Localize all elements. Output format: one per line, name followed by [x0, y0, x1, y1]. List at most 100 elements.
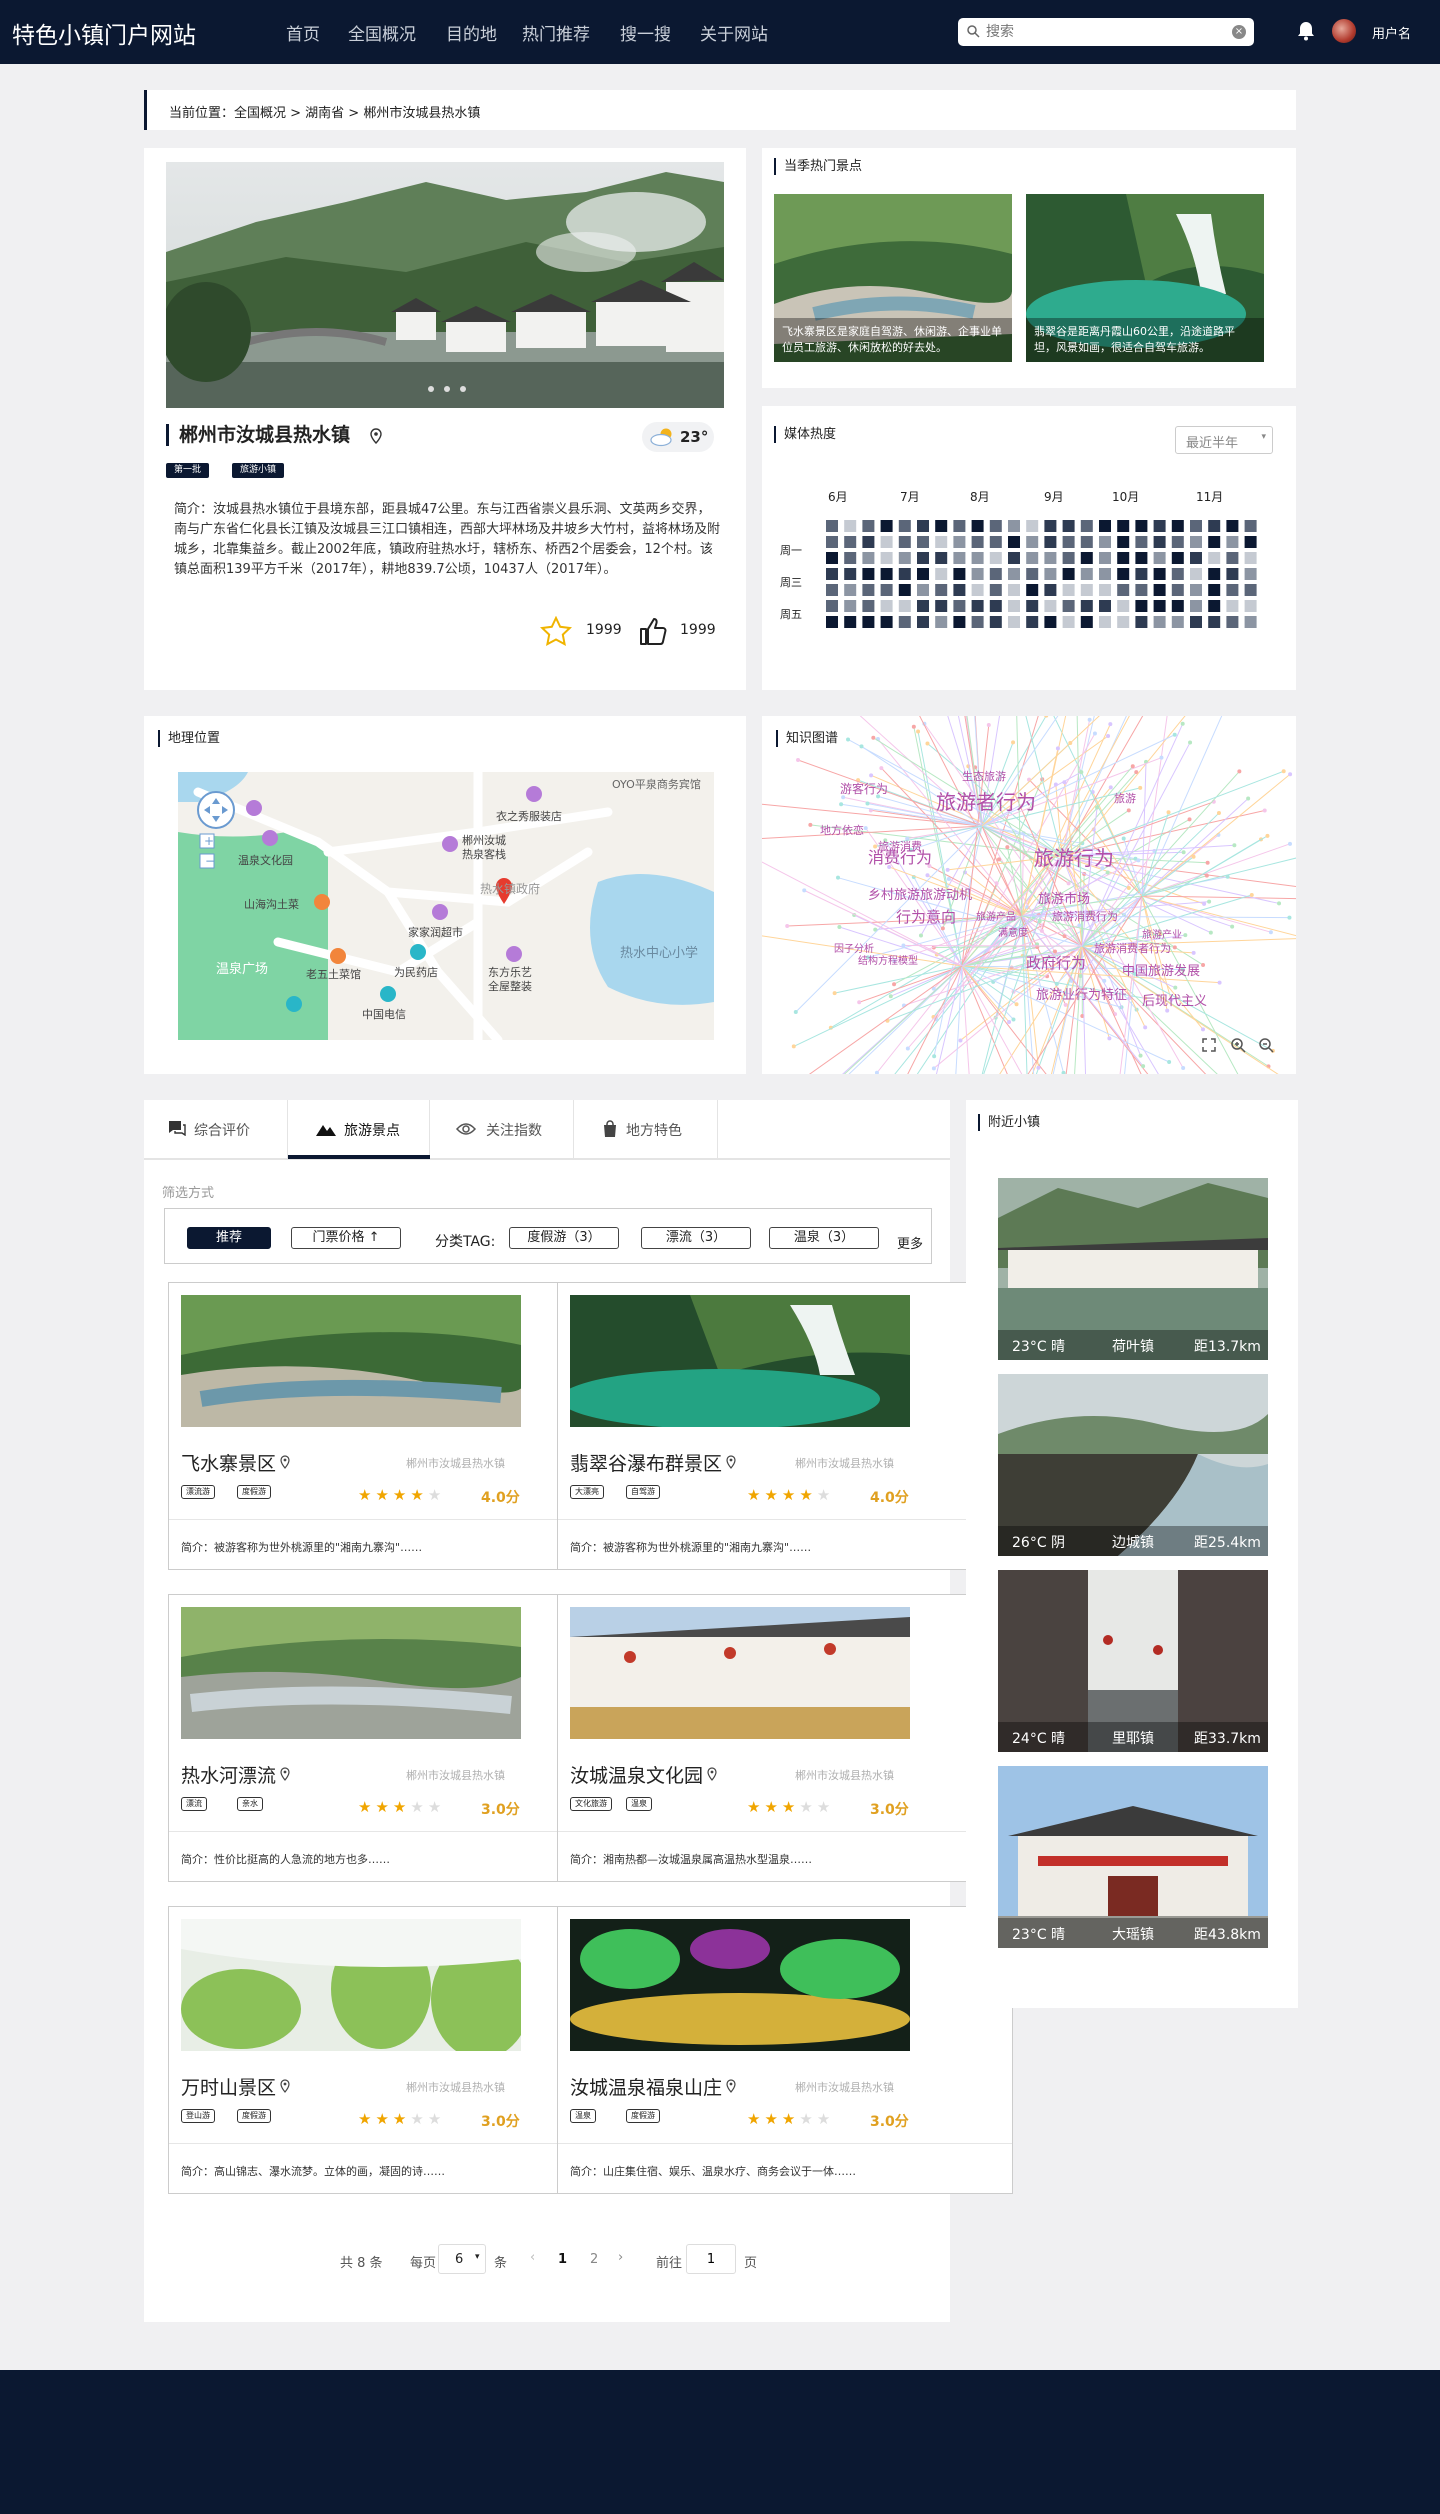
- heatmap-cell[interactable]: [826, 600, 838, 612]
- graph-node[interactable]: [793, 1009, 798, 1014]
- heatmap-cell[interactable]: [1117, 600, 1130, 612]
- heatmap-cell[interactable]: [880, 616, 893, 628]
- graph-node[interactable]: [1126, 885, 1131, 890]
- spot-name[interactable]: 热水河漂流: [181, 1761, 276, 1788]
- spot-card[interactable]: 万时山景区 郴州市汝城县热水镇 登山游 度假游 ★★★★★ 3.0分 简介：高山锦志、瀑水流…: [168, 1906, 624, 2194]
- heatmap-cell[interactable]: [989, 584, 1002, 596]
- nav-hot[interactable]: 热门推荐: [522, 20, 590, 45]
- nearby-town-card[interactable]: 26°C 阴 边城镇 距25.4km: [998, 1374, 1268, 1556]
- graph-node[interactable]: [1232, 843, 1237, 848]
- heatmap-cell[interactable]: [826, 584, 838, 596]
- page-number[interactable]: 1: [558, 2252, 567, 2267]
- spot-tag[interactable]: 度假游: [237, 2109, 271, 2123]
- heatmap-cell[interactable]: [1044, 520, 1057, 532]
- graph-node[interactable]: [1130, 764, 1135, 769]
- graph-node[interactable]: [1180, 721, 1185, 726]
- heatmap-cell[interactable]: [1062, 552, 1075, 564]
- prev-page-icon[interactable]: ‹: [530, 2250, 535, 2265]
- graph-node[interactable]: [1167, 1060, 1172, 1065]
- heatmap-cell[interactable]: [1117, 536, 1130, 548]
- graph-node[interactable]: [1095, 805, 1100, 810]
- spot-tag[interactable]: 漂流游: [181, 1485, 215, 1499]
- search-box[interactable]: ×: [958, 18, 1254, 46]
- graph-node[interactable]: [808, 822, 813, 827]
- graph-node[interactable]: [857, 1000, 862, 1005]
- heatmap-cell[interactable]: [844, 600, 857, 612]
- heatmap-cell[interactable]: [1226, 536, 1239, 548]
- graph-keyword[interactable]: 旅游: [1114, 790, 1136, 806]
- graph-node[interactable]: [1207, 899, 1212, 904]
- heatmap-cell[interactable]: [917, 568, 929, 580]
- graph-node[interactable]: [863, 826, 868, 831]
- heatmap-cell[interactable]: [1026, 568, 1039, 580]
- graph-node[interactable]: [1183, 933, 1188, 938]
- spot-name[interactable]: 翡翠谷瀑布群景区: [570, 1449, 722, 1476]
- graph-node[interactable]: [1107, 1036, 1112, 1041]
- graph-node[interactable]: [1217, 980, 1222, 985]
- graph-node[interactable]: [1055, 746, 1060, 751]
- search-input[interactable]: [986, 21, 1226, 43]
- graph-node[interactable]: [1066, 881, 1071, 886]
- heatmap-cell[interactable]: [1117, 584, 1130, 596]
- heatmap-cell[interactable]: [862, 600, 875, 612]
- heatmap-cell[interactable]: [1171, 536, 1184, 548]
- graph-node[interactable]: [1277, 901, 1282, 906]
- heatmap-cell[interactable]: [1208, 584, 1221, 596]
- graph-node[interactable]: [1181, 1065, 1186, 1070]
- graph-node[interactable]: [1087, 717, 1092, 722]
- heatmap-cell[interactable]: [953, 568, 966, 580]
- hot-spot-card[interactable]: 翡翠谷是距离丹霞山60公里，沿途道路平坦，风景如画，很适合自驾车旅游。: [1026, 194, 1264, 362]
- username[interactable]: 用户名: [1372, 23, 1411, 42]
- heatmap-cell[interactable]: [953, 584, 966, 596]
- graph-node[interactable]: [1191, 854, 1196, 859]
- heatmap-cell[interactable]: [1190, 520, 1202, 532]
- heatmap-cell[interactable]: [1208, 552, 1221, 564]
- heatmap-cell[interactable]: [862, 520, 875, 532]
- heatmap-cell[interactable]: [1062, 600, 1075, 612]
- heatmap-cell[interactable]: [862, 552, 875, 564]
- spot-tag[interactable]: 度假游: [626, 2109, 660, 2123]
- heatmap-cell[interactable]: [1117, 520, 1130, 532]
- avatar[interactable]: [1332, 19, 1356, 43]
- map-view[interactable]: + − OYO平泉商务宾馆 衣之秀服装店 郴州汝城 热泉客栈 温泉文化园 热水镇政…: [178, 772, 714, 1040]
- heatmap-cell[interactable]: [1171, 616, 1184, 628]
- graph-node[interactable]: [1014, 1002, 1019, 1007]
- heatmap-cell[interactable]: [880, 568, 893, 580]
- heatmap-cell[interactable]: [1153, 552, 1166, 564]
- graph-node[interactable]: [1106, 734, 1111, 739]
- heatmap-cell[interactable]: [880, 552, 893, 564]
- graph-node[interactable]: [1188, 740, 1193, 745]
- graph-keyword[interactable]: 游客行为: [840, 780, 888, 797]
- graph-node[interactable]: [1105, 870, 1110, 875]
- graph-node[interactable]: [859, 744, 864, 749]
- heatmap-cell[interactable]: [1044, 600, 1057, 612]
- site-brand[interactable]: 特色小镇门户网站: [12, 16, 196, 50]
- heatmap-cell[interactable]: [935, 584, 948, 596]
- graph-keyword[interactable]: 旅游业行为特征: [1036, 984, 1127, 1003]
- town-tag[interactable]: 第一批: [166, 463, 210, 478]
- graph-node[interactable]: [1039, 928, 1044, 933]
- graph-node[interactable]: [888, 994, 893, 999]
- graph-node[interactable]: [1078, 973, 1083, 978]
- heatmap-cell[interactable]: [1026, 520, 1039, 532]
- graph-node[interactable]: [865, 801, 870, 806]
- town-photo[interactable]: [166, 162, 724, 408]
- graph-node[interactable]: [905, 1046, 910, 1051]
- heatmap-cell[interactable]: [862, 568, 875, 580]
- heatmap-cell[interactable]: [1208, 600, 1221, 612]
- heatmap-cell[interactable]: [1044, 616, 1057, 628]
- heatmap-cell[interactable]: [1044, 568, 1057, 580]
- spot-tag[interactable]: 大漂亮: [570, 1485, 604, 1499]
- graph-node[interactable]: [1287, 841, 1292, 846]
- heatmap-cell[interactable]: [826, 568, 838, 580]
- heatmap-cell[interactable]: [1190, 584, 1202, 596]
- clear-icon[interactable]: ×: [1232, 25, 1246, 39]
- graph-keyword[interactable]: 满意度: [998, 924, 1028, 939]
- graph-node[interactable]: [1237, 769, 1242, 774]
- heatmap-cell[interactable]: [1062, 584, 1075, 596]
- hot-spot-card[interactable]: 飞水寨景区是家庭自驾游、休闲游、企事业单位员工旅游、休闲放松的好去处。: [774, 194, 1012, 362]
- graph-node[interactable]: [1281, 769, 1286, 774]
- heatmap-cell[interactable]: [1026, 552, 1039, 564]
- graph-node[interactable]: [1191, 950, 1196, 955]
- graph-node[interactable]: [925, 873, 930, 878]
